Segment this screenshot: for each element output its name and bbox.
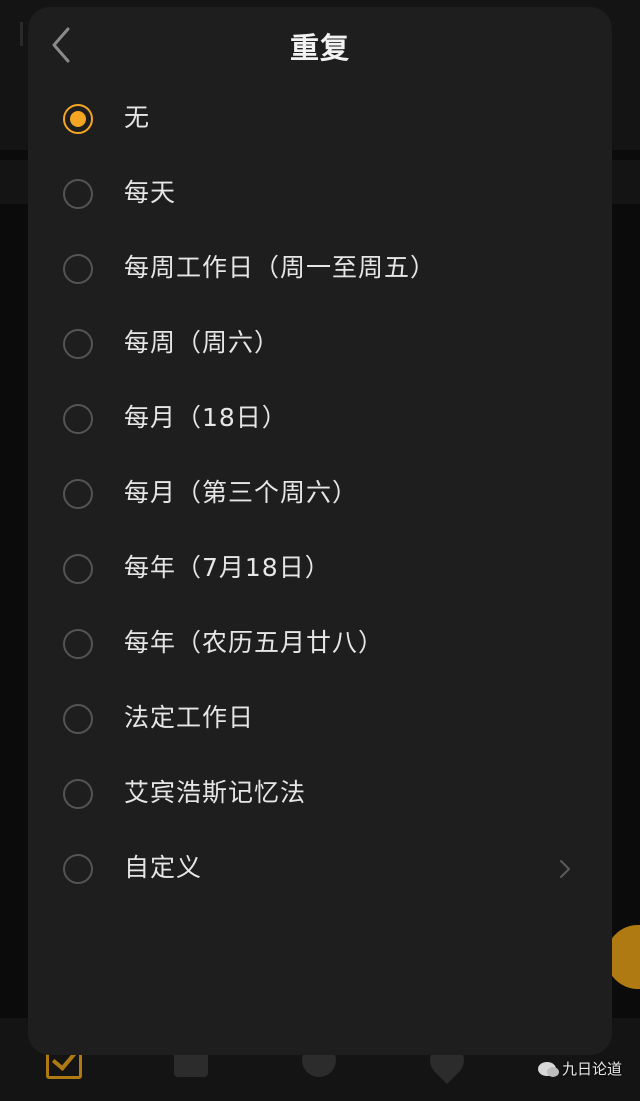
sheet-header: 重复 bbox=[28, 7, 612, 83]
repeat-option-list: 无每天每周工作日（周一至周五） 每周（周六） 每月（18日） 每月（第三个周六） 每年（… bbox=[28, 82, 612, 907]
option-label: 每周工作日（周一至周五） bbox=[124, 253, 437, 282]
option-label: 每月（第三个周六） bbox=[124, 478, 359, 507]
screen: 重复 无每天每周工作日（周一至周五） 每周（周六） 每月（18日） 每月（第三个周六）… bbox=[0, 0, 640, 1101]
option-label: 自定义 bbox=[124, 853, 203, 882]
wechat-icon bbox=[537, 1061, 559, 1077]
radio-unselected[interactable] bbox=[63, 704, 93, 734]
option-label: 每月（18日） bbox=[124, 403, 288, 432]
repeat-option[interactable]: 每天 bbox=[28, 157, 612, 232]
radio-unselected[interactable] bbox=[63, 179, 93, 209]
repeat-option[interactable]: 每周（周六） bbox=[28, 307, 612, 382]
radio-unselected[interactable] bbox=[63, 554, 93, 584]
option-label: 每年（7月18日） bbox=[124, 553, 331, 582]
repeat-option[interactable]: 无 bbox=[28, 82, 612, 157]
option-label: 每年（农历五月廿八） bbox=[124, 628, 385, 657]
repeat-sheet: 重复 无每天每周工作日（周一至周五） 每周（周六） 每月（18日） 每月（第三个周六）… bbox=[28, 7, 612, 1055]
repeat-option[interactable]: 每周工作日（周一至周五） bbox=[28, 232, 612, 307]
option-label: 每周（周六） bbox=[124, 328, 281, 357]
radio-unselected[interactable] bbox=[63, 404, 93, 434]
repeat-option[interactable]: 每月（18日） bbox=[28, 382, 612, 457]
radio-unselected[interactable] bbox=[63, 479, 93, 509]
repeat-option[interactable]: 每年（农历五月廿八） bbox=[28, 607, 612, 682]
option-label: 法定工作日 bbox=[124, 703, 255, 732]
watermark-text: 九日论道 bbox=[561, 1060, 622, 1078]
radio-unselected[interactable] bbox=[63, 779, 93, 809]
option-label: 每天 bbox=[124, 178, 177, 207]
radio-unselected[interactable] bbox=[63, 254, 93, 284]
repeat-option[interactable]: 每月（第三个周六） bbox=[28, 457, 612, 532]
page-title: 重复 bbox=[289, 31, 350, 65]
radio-selected[interactable] bbox=[63, 104, 93, 134]
repeat-option[interactable]: 自定义 bbox=[28, 832, 612, 907]
repeat-option[interactable]: 每年（7月18日） bbox=[28, 532, 612, 607]
repeat-option[interactable]: 艾宾浩斯记忆法 bbox=[28, 757, 612, 832]
option-label: 无 bbox=[124, 103, 151, 132]
repeat-option[interactable]: 法定工作日 bbox=[28, 682, 612, 757]
radio-unselected[interactable] bbox=[63, 854, 93, 884]
radio-unselected[interactable] bbox=[63, 329, 93, 359]
radio-unselected[interactable] bbox=[63, 629, 93, 659]
chevron-right-icon bbox=[560, 860, 570, 878]
watermark: 九日论道 bbox=[537, 1058, 622, 1079]
option-label: 艾宾浩斯记忆法 bbox=[124, 778, 307, 807]
